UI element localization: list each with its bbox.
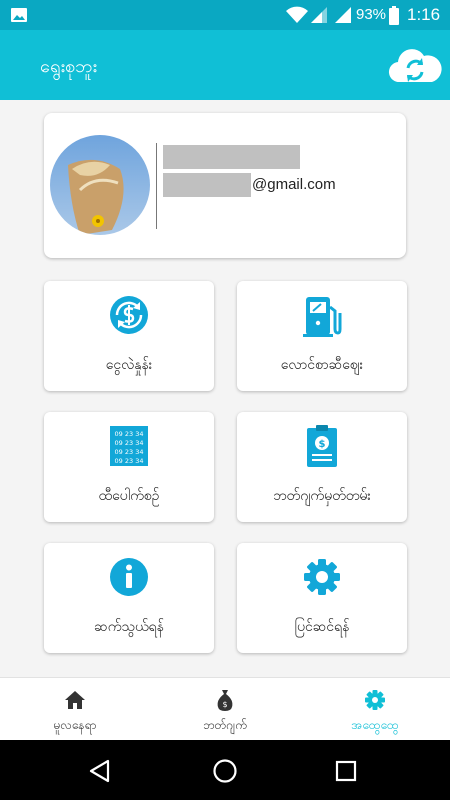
signal-icon — [335, 7, 351, 23]
gallery-notification-icon — [11, 8, 27, 22]
clock: 1:16 — [407, 5, 441, 24]
wifi-icon — [286, 6, 308, 23]
info-icon — [110, 558, 148, 596]
budget-clipboard-icon: $ — [307, 425, 337, 467]
status-bar: 93% 1:16 — [0, 0, 450, 30]
lottery-ticket-icon: 09 23 34 09 23 34 09 23 34 09 23 34 — [110, 426, 148, 466]
svg-text:$: $ — [222, 700, 227, 709]
profile-email-suffix: @gmail.com — [252, 176, 336, 193]
exchange-rate-tile[interactable]: ငွေလဲနှုန်း — [44, 281, 214, 391]
ticket-line: 09 23 34 — [115, 457, 144, 465]
tile-label: ထီပေါက်စဉ် — [98, 488, 160, 504]
avatar — [50, 135, 150, 235]
budget-records-tile[interactable]: $ ဘတ်ဂျက်မှတ်တမ်း — [237, 412, 407, 522]
gear-icon — [365, 690, 385, 710]
nav-item-general[interactable]: အထွေထွေ — [300, 678, 450, 741]
tile-label: ငွေလဲနှုန်း — [105, 357, 153, 373]
ticket-line: 09 23 34 — [115, 430, 144, 438]
fuel-pump-icon — [303, 297, 342, 337]
back-icon[interactable] — [87, 758, 113, 784]
app-bar: ရွေးစုဘူး — [0, 30, 450, 100]
fuel-price-tile[interactable]: လောင်စာဆီဈေး — [237, 281, 407, 391]
tile-label: ဘတ်ဂျက်မှတ်တမ်း — [273, 488, 371, 504]
home-button-icon[interactable] — [212, 758, 238, 784]
nav-label: ဘတ်ဂျက် — [203, 718, 247, 732]
system-nav-bar — [0, 740, 450, 800]
cloud-sync-icon[interactable] — [388, 46, 442, 86]
settings-tile[interactable]: ပြင်ဆင်ရန် — [237, 543, 407, 653]
profile-email-redacted — [163, 173, 251, 197]
profile-divider — [156, 143, 157, 229]
nav-label: မူလနေရာ — [53, 718, 97, 732]
profile-card[interactable]: @gmail.com — [44, 113, 406, 258]
recent-apps-icon[interactable] — [333, 758, 359, 784]
svg-text:$: $ — [319, 439, 326, 450]
nav-item-home[interactable]: မူလနေရာ — [0, 678, 150, 741]
settings-gear-icon — [304, 559, 340, 595]
tile-label: ဆက်သွယ်ရန် — [94, 619, 164, 635]
battery-icon — [389, 6, 399, 25]
signal-icon — [311, 7, 327, 23]
nav-item-budget[interactable]: $ ဘတ်ဂျက် — [150, 678, 300, 741]
tile-label: ပြင်ဆင်ရန် — [294, 619, 350, 635]
money-bag-icon: $ — [217, 690, 233, 711]
ticket-line: 09 23 34 — [115, 439, 144, 447]
profile-name-redacted — [163, 145, 300, 169]
tile-label: လောင်စာဆီဈေး — [280, 357, 364, 373]
currency-exchange-icon — [110, 296, 148, 334]
battery-percent: 93% — [356, 6, 387, 23]
bottom-nav: မူလနေရာ $ ဘတ်ဂျက် အထွေထွေ — [0, 677, 450, 740]
lottery-tile[interactable]: 09 23 34 09 23 34 09 23 34 09 23 34 ထီပေ… — [44, 412, 214, 522]
home-icon — [65, 691, 85, 709]
contact-tile[interactable]: ဆက်သွယ်ရန် — [44, 543, 214, 653]
ticket-line: 09 23 34 — [115, 448, 144, 456]
nav-label: အထွေထွေ — [351, 718, 399, 732]
page-title: ရွေးစုဘူး — [40, 56, 98, 77]
